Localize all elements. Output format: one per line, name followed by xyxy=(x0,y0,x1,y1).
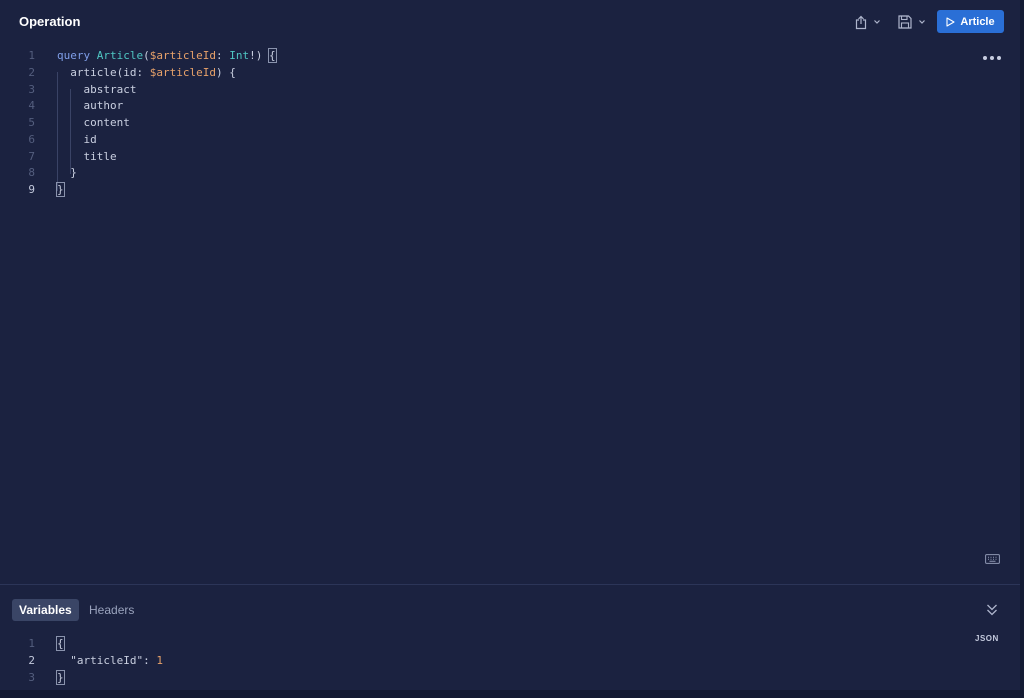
code-line[interactable]: 7 title xyxy=(0,148,900,165)
line-number: 2 xyxy=(28,654,35,667)
code-token: $articleId xyxy=(149,65,216,79)
line-number: 6 xyxy=(28,132,35,146)
tab-variables[interactable]: Variables xyxy=(12,599,79,621)
code-line[interactable]: 1{ xyxy=(0,635,900,652)
code-text: query Article($articleId: Int!) { xyxy=(57,47,277,64)
code-text: } xyxy=(56,181,65,198)
double-chevron-down-icon[interactable] xyxy=(986,603,998,617)
operation-title: Operation xyxy=(19,14,81,29)
code-line[interactable]: 9} xyxy=(0,181,900,198)
line-number: 4 xyxy=(28,99,35,113)
json-format-label: JSON xyxy=(975,634,999,643)
code-text: author xyxy=(57,97,123,114)
chevron-down-icon xyxy=(919,20,925,24)
more-options-button[interactable] xyxy=(983,52,1001,64)
panel-divider xyxy=(0,584,1020,585)
play-icon xyxy=(946,16,955,27)
code-line[interactable]: 5 content xyxy=(0,114,900,131)
code-token: !) xyxy=(249,49,269,62)
share-icon xyxy=(855,15,867,29)
code-token: article(id: xyxy=(57,65,150,79)
chevron-down-icon xyxy=(874,20,880,24)
code-token: { xyxy=(56,636,65,651)
code-token: { xyxy=(268,48,277,63)
code-line[interactable]: 1 query Article($articleId: Int!) { xyxy=(0,47,900,64)
line-number: 7 xyxy=(28,149,35,163)
code-line[interactable]: 3 abstract xyxy=(0,81,900,98)
save-button[interactable] xyxy=(898,12,926,32)
code-text: } xyxy=(56,669,65,686)
code-line[interactable]: 2 article(id: $articleId) { xyxy=(0,64,900,81)
code-token: abstract xyxy=(57,82,137,96)
line-number: 8 xyxy=(28,166,35,180)
code-token: } xyxy=(56,670,65,685)
keyboard-icon[interactable] xyxy=(985,554,1000,564)
line-number: 1 xyxy=(28,49,35,62)
code-token: "articleId" xyxy=(57,654,144,667)
bottom-bar xyxy=(0,690,1024,698)
code-token: Article xyxy=(96,49,144,62)
code-text: { xyxy=(56,635,65,652)
code-token: 1 xyxy=(156,654,163,667)
code-token: ) { xyxy=(215,65,236,79)
code-line[interactable]: 6 id xyxy=(0,131,900,148)
code-token: content xyxy=(57,116,130,129)
code-text: "articleId": 1 xyxy=(57,652,163,669)
code-token: author xyxy=(57,99,124,113)
line-number: 9 xyxy=(28,183,35,196)
panel-edge xyxy=(1020,0,1024,698)
code-token: $articleId xyxy=(149,49,216,62)
variables-editor[interactable]: 1{2 "articleId": 1 3} xyxy=(0,635,960,690)
code-line[interactable]: 4 author xyxy=(0,97,900,114)
line-number: 1 xyxy=(28,637,35,650)
code-text: content xyxy=(57,114,130,131)
more-horizontal-icon xyxy=(983,56,987,60)
code-token: } xyxy=(57,166,77,180)
code-token: title xyxy=(57,149,117,163)
code-token: : xyxy=(215,49,230,62)
line-number: 3 xyxy=(28,82,35,96)
save-icon xyxy=(898,15,912,29)
share-button[interactable] xyxy=(855,12,881,32)
code-line[interactable]: 3} xyxy=(0,669,900,686)
code-text: id xyxy=(57,131,97,148)
operation-header: Operation Article xyxy=(0,0,1020,44)
operation-editor[interactable]: 1 query Article($articleId: Int!) {2 arti… xyxy=(0,46,960,546)
code-line[interactable]: 2 "articleId": 1 xyxy=(0,652,900,669)
code-text: } xyxy=(57,164,77,181)
code-line[interactable]: 8 } xyxy=(0,164,900,181)
code-text: title xyxy=(57,148,117,165)
run-button-label: Article xyxy=(960,15,995,28)
code-token: : xyxy=(143,654,157,667)
line-number: 5 xyxy=(28,116,35,129)
graphql-operation-panel: Operation Article 1 query Article($artic… xyxy=(0,0,1024,698)
line-number: 2 xyxy=(28,65,35,79)
tab-headers[interactable]: Headers xyxy=(82,599,141,621)
code-token: ( xyxy=(143,49,150,62)
code-text: article(id: $articleId) { xyxy=(57,64,236,81)
code-token: } xyxy=(56,182,65,197)
run-operation-button[interactable]: Article xyxy=(937,10,1004,33)
code-token: Int xyxy=(229,49,250,62)
code-token: query xyxy=(57,49,91,62)
code-text: abstract xyxy=(57,81,136,98)
code-token: id xyxy=(57,132,97,146)
line-number: 3 xyxy=(28,671,35,684)
